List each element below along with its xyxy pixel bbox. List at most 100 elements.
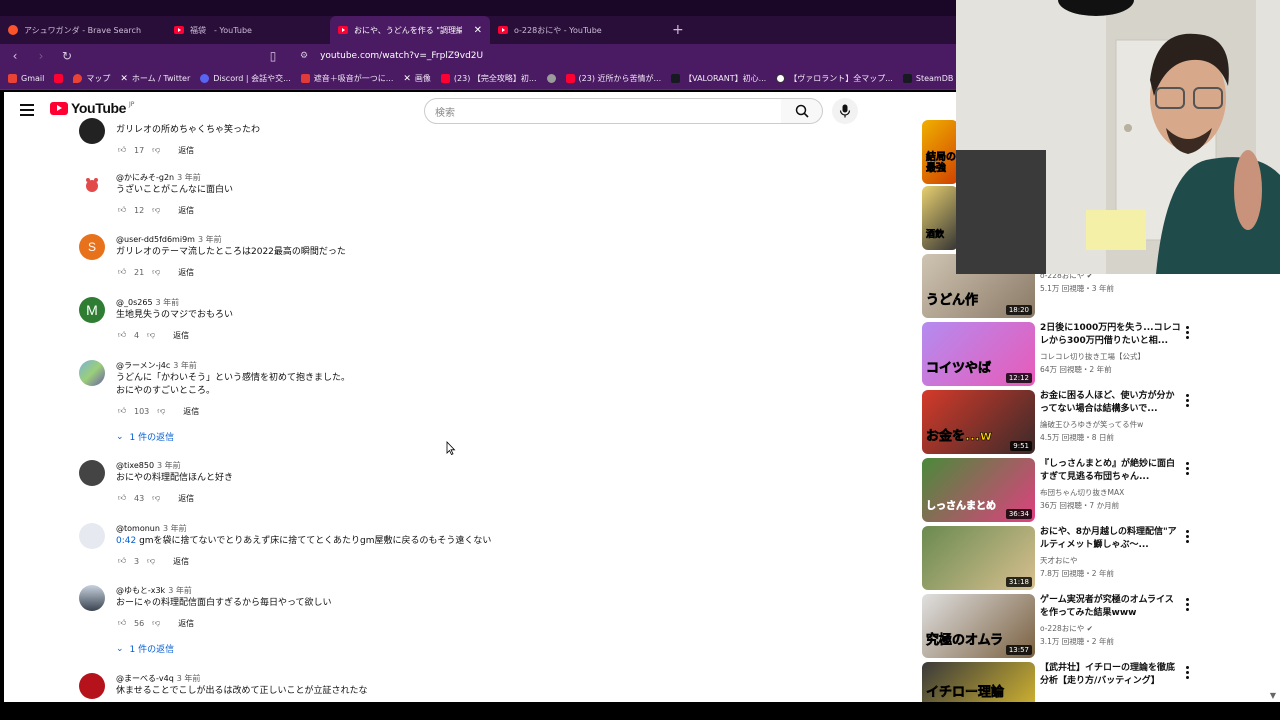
- video-title[interactable]: お金に困る人ほど、使い方が分かってない場合は結構多いで...: [1040, 390, 1182, 416]
- avatar[interactable]: [79, 360, 105, 386]
- related-video[interactable]: コイツやば 12:12 2日後に1000万円を失う...コレコレから300万円借…: [922, 322, 1212, 386]
- tab-brave-search[interactable]: アシュワガンダ - Brave Search: [0, 16, 166, 44]
- bookmark-complaint[interactable]: (23) 近所から苦情が...: [565, 73, 661, 84]
- more-options-icon[interactable]: [1186, 598, 1190, 613]
- like-icon[interactable]: 👍︎: [116, 555, 128, 567]
- dislike-icon[interactable]: 👎︎: [150, 617, 162, 629]
- comment-time[interactable]: 3 年前: [157, 461, 181, 470]
- video-thumbnail[interactable]: 結局の 最強: [922, 120, 958, 184]
- avatar[interactable]: [79, 585, 105, 611]
- video-thumbnail[interactable]: イチロー理論: [922, 662, 1035, 702]
- avatar[interactable]: S: [79, 234, 105, 260]
- new-tab-button[interactable]: +: [672, 22, 684, 38]
- comment-time[interactable]: 3 年前: [163, 524, 187, 533]
- avatar[interactable]: [79, 460, 105, 486]
- channel-name[interactable]: コレコレ切り抜き工場【公式】: [1040, 351, 1182, 362]
- avatar[interactable]: M: [79, 297, 105, 323]
- like-icon[interactable]: 👍︎: [116, 329, 128, 341]
- bookmark-globe[interactable]: [546, 74, 556, 83]
- bookmark-youtube[interactable]: [54, 74, 64, 83]
- tab-fukubukuro[interactable]: 福袋 - YouTube: [166, 16, 330, 44]
- more-options-icon[interactable]: [1186, 530, 1190, 545]
- more-options-icon[interactable]: [1186, 326, 1190, 341]
- related-video[interactable]: しっさんまとめ 36:34 『しっさんまとめ』が絶妙に面白すぎて見逃る布団ちゃん…: [922, 458, 1212, 522]
- dislike-icon[interactable]: 👎︎: [150, 492, 162, 504]
- avatar[interactable]: [79, 118, 105, 144]
- video-thumbnail[interactable]: コイツやば 12:12: [922, 322, 1035, 386]
- avatar[interactable]: [79, 523, 105, 549]
- channel-name[interactable]: 論破王ひろゆきが笑ってる件w: [1040, 419, 1182, 430]
- video-title[interactable]: 2日後に1000万円を失う...コレコレから300万円借りたいと相...: [1040, 322, 1182, 348]
- channel-name[interactable]: o-228おにや: [1040, 624, 1084, 633]
- video-title[interactable]: 『しっさんまとめ』が絶妙に面白すぎて見逃る布団ちゃん...: [1040, 458, 1182, 484]
- more-options-icon[interactable]: [1186, 462, 1190, 477]
- scroll-down-icon[interactable]: ▼: [1270, 691, 1276, 700]
- comment-author[interactable]: @ラーメン-j4c: [116, 361, 170, 370]
- video-thumbnail[interactable]: お金を...w 9:51: [922, 390, 1035, 454]
- bookmark-steamdb[interactable]: SteamDB: [902, 74, 953, 83]
- reply-button[interactable]: 返信: [178, 493, 194, 504]
- video-title[interactable]: おにや、8か月越しの料理配信"アルティメット鰤しゃぶ〜...: [1040, 526, 1182, 552]
- tab-current-video[interactable]: おにや、うどんを作る "調理編"【2022 ✕: [330, 16, 490, 44]
- dislike-icon[interactable]: 👎︎: [150, 204, 162, 216]
- like-icon[interactable]: 👍︎: [116, 204, 128, 216]
- timestamp-link[interactable]: 0:42: [116, 536, 136, 546]
- video-thumbnail[interactable]: 酒飲: [922, 186, 958, 250]
- tab-channel[interactable]: o-228おにや - YouTube: [490, 16, 658, 44]
- bookmark-discord[interactable]: Discord | 会話や交...: [200, 73, 291, 84]
- comment-time[interactable]: 3 年前: [156, 298, 180, 307]
- reply-button[interactable]: 返信: [183, 406, 199, 417]
- bookmark-images[interactable]: ✕ 画像: [403, 73, 431, 84]
- reply-button[interactable]: 返信: [178, 205, 194, 216]
- video-thumbnail[interactable]: 31:18: [922, 526, 1035, 590]
- dislike-icon[interactable]: 👎︎: [150, 144, 162, 156]
- comment-author[interactable]: @かにみそ-g2n: [116, 173, 174, 182]
- reply-button[interactable]: 返信: [178, 145, 194, 156]
- bookmark-gmail[interactable]: Gmail: [8, 74, 44, 83]
- video-title[interactable]: ゲーム実況者が究極のオムライスを作ってみた結果www: [1040, 594, 1182, 620]
- related-video[interactable]: 31:18 おにや、8か月越しの料理配信"アルティメット鰤しゃぶ〜... 天才お…: [922, 526, 1212, 590]
- bookmark-twitter[interactable]: ✕ ホーム / Twitter: [120, 73, 190, 84]
- more-options-icon[interactable]: [1186, 666, 1190, 681]
- comment-author[interactable]: @まーべる-v4q: [116, 674, 174, 683]
- related-video[interactable]: イチロー理論 【武井壮】イチローの理論を徹底分析【走り方/バッティング】: [922, 662, 1212, 702]
- view-replies-button[interactable]: ⌄ 1 件の返信: [116, 642, 174, 656]
- menu-icon[interactable]: [20, 104, 34, 116]
- bookmark-guide[interactable]: (23) 【完全攻略】初...: [440, 73, 537, 84]
- reload-icon[interactable]: ↻: [60, 49, 74, 63]
- youtube-logo[interactable]: YouTube JP: [50, 100, 134, 116]
- related-video[interactable]: 究極のオムラ 13:57 ゲーム実況者が究極のオムライスを作ってみた結果www …: [922, 594, 1212, 658]
- dislike-icon[interactable]: 👎︎: [150, 266, 162, 278]
- bookmark-icon[interactable]: ▯: [266, 49, 280, 63]
- bookmark-maps[interactable]: マップ: [73, 73, 110, 84]
- comment-time[interactable]: 3 年前: [173, 361, 197, 370]
- like-icon[interactable]: 👍︎: [116, 492, 128, 504]
- reply-button[interactable]: 返信: [173, 330, 189, 341]
- dislike-icon[interactable]: 👎︎: [145, 555, 157, 567]
- back-icon[interactable]: ‹: [8, 49, 22, 63]
- comment-time[interactable]: 3 年前: [168, 586, 192, 595]
- reply-button[interactable]: 返信: [178, 618, 194, 629]
- like-icon[interactable]: 👍︎: [116, 144, 128, 156]
- video-title[interactable]: 【武井壮】イチローの理論を徹底分析【走り方/バッティング】: [1040, 662, 1182, 688]
- voice-search-button[interactable]: [832, 98, 858, 124]
- dislike-icon[interactable]: 👎︎: [155, 405, 167, 417]
- comment-author[interactable]: @user-dd5fd6mi9m: [116, 235, 195, 244]
- like-icon[interactable]: 👍︎: [116, 617, 128, 629]
- video-thumbnail[interactable]: 究極のオムラ 13:57: [922, 594, 1035, 658]
- comment-author[interactable]: @_0s265: [116, 298, 153, 307]
- like-icon[interactable]: 👍︎: [116, 266, 128, 278]
- avatar[interactable]: [79, 172, 105, 198]
- close-tab-icon[interactable]: ✕: [474, 25, 482, 36]
- comment-time[interactable]: 3 年前: [198, 235, 222, 244]
- more-options-icon[interactable]: [1186, 394, 1190, 409]
- reply-button[interactable]: 返信: [178, 267, 194, 278]
- channel-name[interactable]: 布団ちゃん切り抜きMAX: [1040, 487, 1182, 498]
- reply-button[interactable]: 返信: [173, 556, 189, 567]
- avatar[interactable]: [79, 673, 105, 699]
- comment-author[interactable]: @ゆもと-x3k: [116, 586, 165, 595]
- bookmark-soundproof[interactable]: 遮音＋吸音が一つに...: [300, 73, 393, 84]
- bookmark-valorant-maps[interactable]: 【ヴァロラント】全マップ...: [776, 73, 893, 84]
- forward-icon[interactable]: ›: [34, 49, 48, 63]
- url-field[interactable]: ⚙ youtube.com/watch?v=_FrplZ9vd2U: [300, 51, 483, 61]
